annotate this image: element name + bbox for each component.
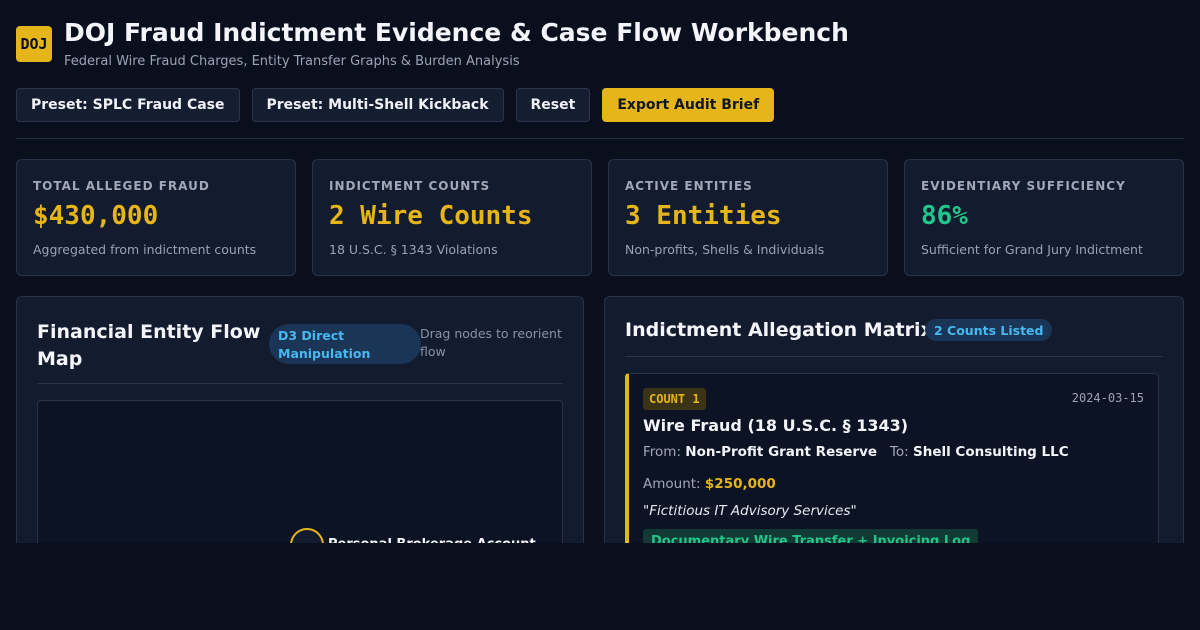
flow-graph-canvas[interactable]: Personal Brokerage Account xyxy=(37,400,563,555)
doj-logo: DOJ xyxy=(16,26,52,62)
entity-flow-panel: Financial Entity Flow Map D3 Direct Mani… xyxy=(16,296,584,556)
preset-shell-button[interactable]: Preset: Multi-Shell Kickback xyxy=(251,88,504,122)
header-divider xyxy=(16,138,1184,139)
stat-card-indictment-counts: INDICTMENT COUNTS 2 Wire Counts 18 U.S.C… xyxy=(312,159,592,276)
export-audit-brief-button[interactable]: Export Audit Brief xyxy=(602,88,775,122)
stat-note: 18 U.S.C. § 1343 Violations xyxy=(329,242,498,257)
stat-card-total-fraud: TOTAL ALLEGED FRAUD $430,000 Aggregated … xyxy=(16,159,296,276)
count-date: 2024-03-15 xyxy=(1071,391,1144,405)
reset-button[interactable]: Reset xyxy=(515,88,591,122)
flow-hint: Drag nodes to reorient flow xyxy=(420,326,562,359)
count-amount: Amount: $250,000 xyxy=(643,476,776,492)
stat-note: Aggregated from indictment counts xyxy=(33,242,257,257)
matrix-panel-title: Indictment Allegation Matrix xyxy=(625,319,933,341)
count-parties: From: Non-Profit Grant Reserve To: Shell… xyxy=(643,444,1069,460)
stat-card-active-entities: ACTIVE ENTITIES 3 Entities Non-profits, … xyxy=(608,159,888,276)
count-card[interactable]: COUNT 1 2024-03-15 Wire Fraud (18 U.S.C.… xyxy=(625,373,1159,555)
stat-label: INDICTMENT COUNTS xyxy=(329,179,491,193)
amount-value: $250,000 xyxy=(704,476,776,492)
app-header: DOJ DOJ Fraud Indictment Evidence & Case… xyxy=(16,18,1184,74)
counts-listed-badge: 2 Counts Listed xyxy=(925,319,1053,341)
from-label: From: xyxy=(643,444,681,460)
to-label: To: xyxy=(889,444,909,460)
page-title: DOJ Fraud Indictment Evidence & Case Flo… xyxy=(64,18,849,47)
viewport-bottom-area xyxy=(0,543,1200,630)
toolbar: Preset: SPLC Fraud Case Preset: Multi-Sh… xyxy=(16,88,775,122)
stat-label: TOTAL ALLEGED FRAUD xyxy=(33,179,210,193)
stat-value: $430,000 xyxy=(33,201,159,231)
count-title: Wire Fraud (18 U.S.C. § 1343) xyxy=(643,416,909,435)
stat-label: EVIDENTIARY SUFFICIENCY xyxy=(921,179,1126,193)
stat-value: 2 Wire Counts xyxy=(329,201,533,231)
flow-mode-badge: D3 Direct Manipulation xyxy=(269,324,421,364)
stat-card-evidentiary-sufficiency: EVIDENTIARY SUFFICIENCY 86% Sufficient f… xyxy=(904,159,1184,276)
matrix-divider xyxy=(625,356,1163,357)
amount-label: Amount: xyxy=(643,476,701,492)
stat-note: Sufficient for Grand Jury Indictment xyxy=(921,242,1143,257)
from-entity: Non-Profit Grant Reserve xyxy=(685,444,878,460)
count-memo: "Fictitious IT Advisory Services" xyxy=(643,503,857,519)
flow-divider xyxy=(37,383,563,384)
stat-note: Non-profits, Shells & Individuals xyxy=(625,242,825,257)
stat-value: 86% xyxy=(921,201,968,231)
count-tag: COUNT 1 xyxy=(643,388,706,410)
preset-splc-button[interactable]: Preset: SPLC Fraud Case xyxy=(16,88,240,122)
allegation-matrix-panel: Indictment Allegation Matrix 2 Counts Li… xyxy=(604,296,1184,556)
stat-value: 3 Entities xyxy=(625,201,782,231)
flow-panel-title: Financial Entity Flow Map xyxy=(37,321,261,370)
stat-label: ACTIVE ENTITIES xyxy=(625,179,753,193)
page-subtitle: Federal Wire Fraud Charges, Entity Trans… xyxy=(64,54,520,69)
to-entity: Shell Consulting LLC xyxy=(912,444,1069,460)
